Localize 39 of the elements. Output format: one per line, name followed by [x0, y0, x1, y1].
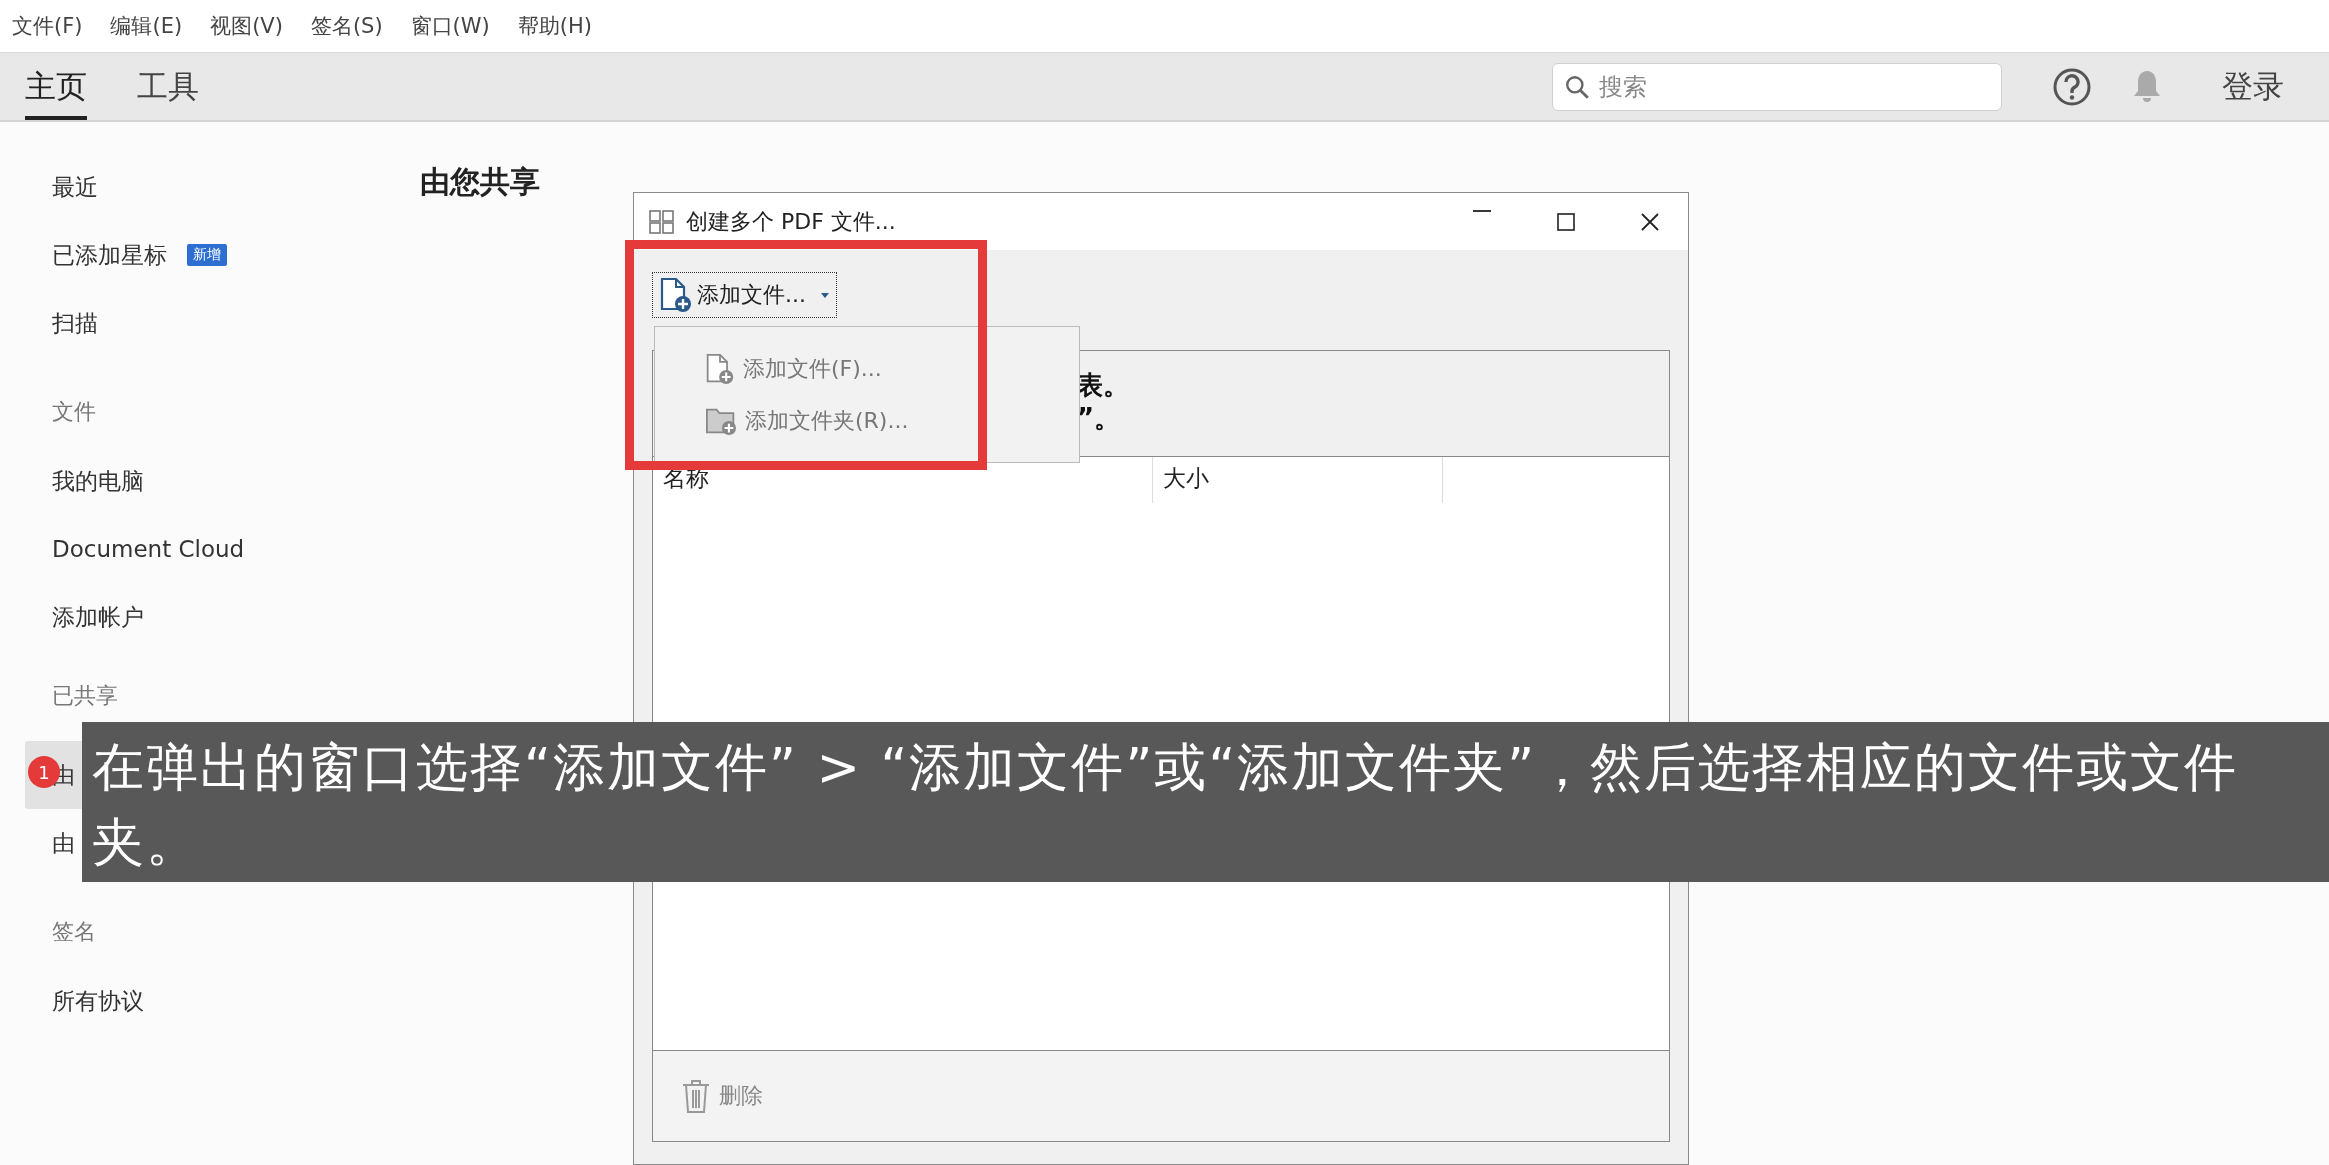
file-add-icon — [705, 351, 735, 386]
tab[interactable]: 工具 — [137, 53, 199, 120]
caret-icon — [820, 290, 830, 300]
sidebar-item[interactable]: 添加帐户 — [25, 583, 385, 651]
documents-icon — [648, 207, 676, 236]
section-header: 已共享 — [51, 682, 119, 710]
section-header: 签名 — [51, 918, 97, 946]
sidebar-item[interactable]: Document Cloud — [25, 515, 385, 583]
window-title: 创建多个 PDF 文件... — [686, 207, 896, 236]
instruction-text: ”。 — [1077, 401, 1122, 434]
help-icon — [2052, 66, 2092, 107]
caption-tooltip: 在弹出的窗口选择“添加文件” > “添加文件”或“添加文件夹”，然后选择相应的文件或文件夹。 — [82, 722, 2329, 882]
button-label: 添加文件... — [697, 281, 806, 309]
search-field[interactable]: 搜索 — [1552, 62, 2002, 111]
section-header: 文件 — [51, 398, 97, 426]
menu-item[interactable]: 帮助(H) — [517, 12, 592, 40]
sidebar-item-label: 已添加星标 — [52, 240, 167, 270]
page-heading: 由您共享 — [420, 163, 541, 201]
menu-item[interactable]: 视图(V) — [210, 12, 283, 40]
search-icon — [1564, 73, 1590, 100]
instruction-text: 表。 — [1077, 369, 1130, 402]
minimize-icon — [1470, 209, 1494, 212]
menu-item[interactable]: 签名(S) — [310, 12, 383, 40]
tab[interactable]: 主页 — [25, 53, 87, 120]
new-badge: 新增 — [187, 244, 227, 266]
file-add-icon — [659, 277, 693, 313]
trash-icon — [681, 1078, 711, 1114]
menu-item[interactable]: 编辑(E) — [110, 12, 183, 40]
sidebar-item[interactable]: 已添加星标 新增 — [25, 221, 385, 289]
sidebar-item[interactable]: 扫描 — [25, 289, 385, 357]
menu-item[interactable]: 窗口(W) — [410, 12, 490, 40]
menu-item[interactable]: 添加文件(F)... — [705, 345, 1079, 392]
menu-item[interactable]: 添加文件夹(R)... — [705, 397, 1079, 444]
login-link[interactable]: 登录 — [2222, 65, 2284, 108]
add-files-button[interactable]: 添加文件... — [652, 272, 837, 318]
sidebar-item[interactable]: 我的电脑 — [25, 447, 385, 515]
menu-item[interactable]: 文件(F) — [12, 12, 83, 40]
sidebar-item[interactable]: 最近 — [25, 153, 385, 221]
sidebar-item[interactable]: 所有协议 — [25, 967, 385, 1035]
